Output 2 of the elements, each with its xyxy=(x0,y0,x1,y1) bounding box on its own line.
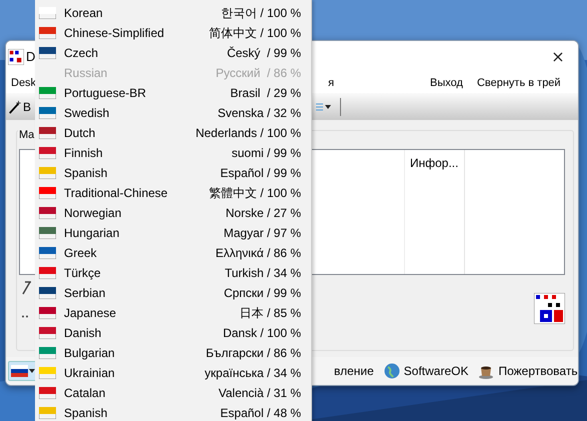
window-title: D xyxy=(26,49,36,64)
group-label: Ma xyxy=(18,129,36,141)
